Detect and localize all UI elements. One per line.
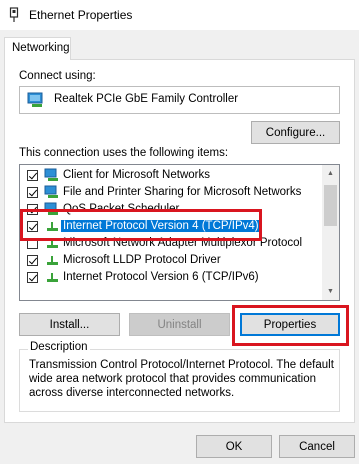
cancel-button[interactable]: Cancel [279,435,355,458]
item-checkbox[interactable] [27,221,38,232]
qos-scheduler-icon [44,202,58,215]
list-item[interactable]: Microsoft Network Adapter Multiplexor Pr… [20,235,322,252]
protocol-icon [47,222,58,231]
tab-networking[interactable]: Networking [4,37,71,60]
item-checkbox[interactable] [27,187,38,198]
window-title: Ethernet Properties [29,8,133,22]
items-label: This connection uses the following items… [19,147,229,159]
list-item[interactable]: Internet Protocol Version 6 (TCP/IPv6) [20,269,322,286]
configure-button[interactable]: Configure... [251,121,340,144]
item-label: File and Printer Sharing for Microsoft N… [63,186,302,198]
item-label: Internet Protocol Version 4 (TCP/IPv4) [61,220,261,232]
uninstall-button[interactable]: Uninstall [129,313,230,336]
item-label: QoS Packet Scheduler [63,203,180,215]
item-checkbox[interactable] [27,272,38,283]
client-network-icon [44,168,58,181]
item-label: Internet Protocol Version 6 (TCP/IPv6) [63,271,259,283]
adapter-name: Realtek PCIe GbE Family Controller [54,93,239,105]
title-bar: Ethernet Properties [0,0,359,30]
components-list[interactable]: Client for Microsoft Networks File and P… [19,164,340,301]
adapter-field: Realtek PCIe GbE Family Controller [19,86,340,114]
scroll-down-arrow-icon[interactable]: ▼ [322,283,339,300]
list-item[interactable]: Microsoft LLDP Protocol Driver [20,252,322,269]
scroll-up-arrow-icon[interactable]: ▲ [322,165,339,182]
item-checkbox[interactable] [27,170,38,181]
list-item[interactable]: Internet Protocol Version 4 (TCP/IPv4) [20,218,322,235]
protocol-icon [47,239,58,248]
list-scrollbar[interactable]: ▲ ▼ [322,165,339,300]
connect-using-label: Connect using: [19,70,96,82]
network-adapter-icon [27,92,43,107]
item-checkbox[interactable] [27,255,38,266]
list-item[interactable]: Client for Microsoft Networks [20,167,322,184]
description-legend: Description [28,341,90,353]
protocol-icon [47,273,58,282]
item-label: Microsoft LLDP Protocol Driver [63,254,221,266]
item-label: Client for Microsoft Networks [63,169,210,181]
install-button[interactable]: Install... [19,313,120,336]
item-checkbox[interactable] [27,238,38,249]
ok-button[interactable]: OK [196,435,272,458]
item-label: Microsoft Network Adapter Multiplexor Pr… [63,237,303,249]
properties-button[interactable]: Properties [240,313,340,336]
list-item[interactable]: QoS Packet Scheduler [20,201,322,218]
scrollbar-thumb[interactable] [324,185,337,226]
list-item[interactable]: File and Printer Sharing for Microsoft N… [20,184,322,201]
ethernet-icon [9,7,19,22]
description-text: Transmission Control Protocol/Internet P… [29,359,334,399]
item-checkbox[interactable] [27,204,38,215]
file-printer-sharing-icon [44,185,58,198]
protocol-icon [47,256,58,265]
tab-label: Networking [12,42,70,54]
